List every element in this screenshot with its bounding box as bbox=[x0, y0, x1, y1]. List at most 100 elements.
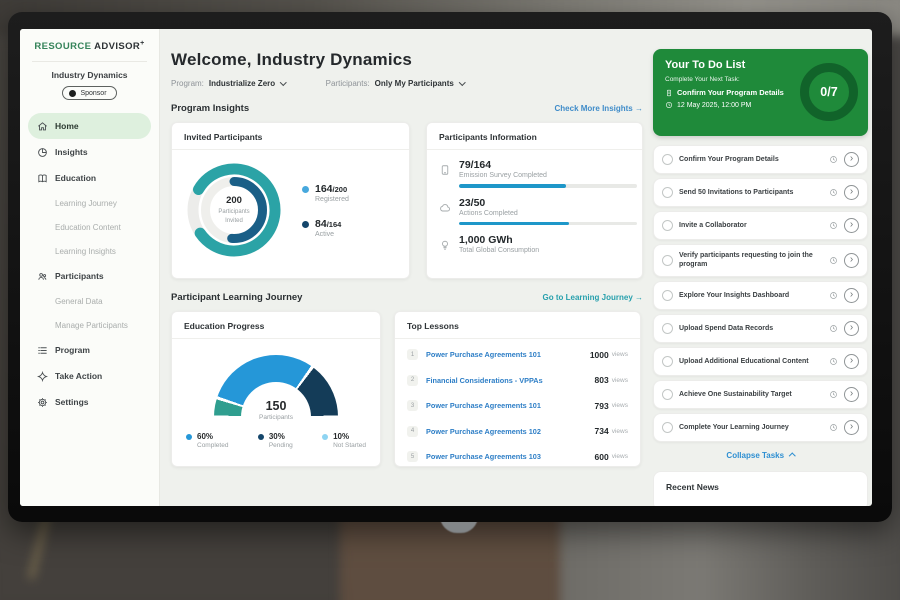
task-verify-participants[interactable]: Verify participants requesting to join t… bbox=[653, 244, 868, 277]
chevron-right-icon[interactable]: › bbox=[844, 185, 859, 200]
home-icon bbox=[37, 121, 48, 132]
education-gauge-chart: 150 Participants bbox=[214, 355, 338, 417]
chevron-right-icon[interactable]: › bbox=[844, 354, 859, 369]
sidebar-item-general-data[interactable]: General Data bbox=[28, 289, 151, 313]
collapse-tasks-link[interactable]: Collapse Tasks bbox=[653, 451, 868, 460]
lesson-row: 2 Financial Considerations - VPPAs 803vi… bbox=[407, 368, 628, 394]
chevron-right-icon[interactable]: › bbox=[844, 288, 859, 303]
check-more-insights-link[interactable]: Check More Insights → bbox=[555, 104, 643, 113]
participants-information-card: Participants Information 79/164 Emission… bbox=[426, 122, 643, 279]
lightbulb-icon bbox=[439, 239, 451, 251]
completed-dot bbox=[186, 434, 192, 440]
list-icon bbox=[37, 345, 48, 356]
chevron-down-icon bbox=[459, 79, 465, 85]
checkbox-icon[interactable] bbox=[662, 220, 673, 231]
book-icon bbox=[37, 173, 48, 184]
sidebar-item-manage-participants[interactable]: Manage Participants bbox=[28, 313, 151, 337]
sponsor-icon bbox=[69, 90, 76, 97]
education-progress-card: Education Progress 150 Participants 60% … bbox=[171, 311, 381, 467]
lesson-link[interactable]: Financial Considerations - VPPAs bbox=[426, 376, 595, 385]
checkbox-icon[interactable] bbox=[662, 389, 673, 400]
chevron-right-icon[interactable]: › bbox=[844, 218, 859, 233]
chevron-right-icon[interactable]: › bbox=[844, 387, 859, 402]
emission-progress-bar bbox=[459, 184, 637, 188]
top-lessons-card: Top Lessons 1 Power Purchase Agreements … bbox=[394, 311, 641, 467]
sidebar-item-settings[interactable]: Settings bbox=[28, 389, 151, 415]
clock-icon bbox=[829, 324, 838, 333]
rank-badge: 4 bbox=[407, 426, 418, 437]
task-list: Confirm Your Program Details › Send 50 I… bbox=[653, 145, 868, 442]
sidebar-item-program[interactable]: Program bbox=[28, 337, 151, 363]
sidebar-item-insights[interactable]: Insights bbox=[28, 139, 151, 165]
program-insights-title: Program Insights bbox=[171, 103, 249, 114]
lesson-link[interactable]: Power Purchase Agreements 101 bbox=[426, 350, 590, 359]
go-to-learning-journey-link[interactable]: Go to Learning Journey → bbox=[543, 293, 643, 302]
chevron-right-icon[interactable]: › bbox=[844, 321, 859, 336]
stat-consumption: 1,000 GWh Total Global Consumption bbox=[439, 234, 630, 254]
document-icon bbox=[665, 89, 673, 97]
sidebar-item-education[interactable]: Education bbox=[28, 165, 151, 191]
checkbox-icon[interactable] bbox=[662, 356, 673, 367]
task-explore-insights[interactable]: Explore Your Insights Dashboard › bbox=[653, 281, 868, 310]
checkbox-icon[interactable] bbox=[662, 255, 673, 266]
cloud-icon bbox=[439, 202, 451, 214]
task-confirm-program-details[interactable]: Confirm Your Program Details › bbox=[653, 145, 868, 174]
recent-news-card: Recent News bbox=[653, 471, 868, 506]
pending-dot bbox=[258, 434, 264, 440]
sidebar-item-education-content[interactable]: Education Content bbox=[28, 215, 151, 239]
clock-icon bbox=[665, 101, 673, 109]
learning-journey-title: Participant Learning Journey bbox=[171, 292, 302, 303]
lesson-row: 1 Power Purchase Agreements 101 1000view… bbox=[407, 342, 628, 368]
stat-actions: 23/50 Actions Completed bbox=[439, 197, 630, 226]
legend-registered: 164/200 Registered bbox=[302, 183, 349, 203]
spark-icon bbox=[37, 371, 48, 382]
sidebar-item-learning-insights[interactable]: Learning Insights bbox=[28, 239, 151, 263]
lesson-link[interactable]: Power Purchase Agreements 101 bbox=[426, 401, 595, 410]
chevron-right-icon[interactable]: › bbox=[844, 253, 859, 268]
lesson-row: 5 Power Purchase Agreements 103 600views bbox=[407, 444, 628, 470]
sidebar-item-home[interactable]: Home bbox=[28, 113, 151, 139]
checkbox-icon[interactable] bbox=[662, 323, 673, 334]
lesson-link[interactable]: Power Purchase Agreements 102 bbox=[426, 427, 595, 436]
legend-completed: 60% Completed bbox=[186, 432, 228, 449]
arrow-right-icon: → bbox=[635, 104, 643, 113]
checkbox-icon[interactable] bbox=[662, 290, 673, 301]
task-upload-spend-data[interactable]: Upload Spend Data Records › bbox=[653, 314, 868, 343]
sidebar-item-participants[interactable]: Participants bbox=[28, 263, 151, 289]
todo-progress-ring: 0/7 bbox=[800, 63, 858, 121]
stat-emission-survey: 79/164 Emission Survey Completed bbox=[439, 159, 630, 188]
rank-badge: 2 bbox=[407, 375, 418, 386]
task-send-invitations[interactable]: Send 50 Invitations to Participants › bbox=[653, 178, 868, 207]
filter-bar: Program:Industrialize Zero Participants:… bbox=[171, 79, 643, 88]
insights-icon bbox=[37, 147, 48, 158]
rank-badge: 1 bbox=[407, 349, 418, 360]
checkbox-icon[interactable] bbox=[662, 154, 673, 165]
todo-panel: Your To Do List Complete Your Next Task:… bbox=[653, 29, 868, 506]
checkbox-icon[interactable] bbox=[662, 187, 673, 198]
clock-icon bbox=[829, 188, 838, 197]
lesson-link[interactable]: Power Purchase Agreements 103 bbox=[426, 452, 595, 461]
checkbox-icon[interactable] bbox=[662, 422, 673, 433]
actions-progress-bar bbox=[459, 222, 637, 226]
chevron-up-icon bbox=[789, 453, 795, 459]
sidebar-item-learning-journey[interactable]: Learning Journey bbox=[28, 191, 151, 215]
legend-active: 84/164 Active bbox=[302, 218, 349, 238]
task-complete-learning-journey[interactable]: Complete Your Learning Journey › bbox=[653, 413, 868, 442]
chevron-right-icon[interactable]: › bbox=[844, 420, 859, 435]
clock-icon bbox=[829, 256, 838, 265]
task-achieve-sustainability-target[interactable]: Achieve One Sustainability Target › bbox=[653, 380, 868, 409]
invited-donut-chart: 200 Participants Invited bbox=[182, 158, 286, 262]
page-title: Welcome, Industry Dynamics bbox=[171, 50, 643, 70]
active-dot bbox=[302, 221, 309, 228]
lesson-row: 4 Power Purchase Agreements 102 734views bbox=[407, 419, 628, 445]
program-filter[interactable]: Program:Industrialize Zero bbox=[171, 79, 286, 88]
chevron-right-icon[interactable]: › bbox=[844, 152, 859, 167]
clock-icon bbox=[829, 423, 838, 432]
participants-filter[interactable]: Participants:Only My Participants bbox=[326, 79, 465, 88]
registered-dot bbox=[302, 186, 309, 193]
task-invite-collaborator[interactable]: Invite a Collaborator › bbox=[653, 211, 868, 240]
clock-icon bbox=[829, 357, 838, 366]
sidebar-item-take-action[interactable]: Take Action bbox=[28, 363, 151, 389]
todo-header-card: Your To Do List Complete Your Next Task:… bbox=[653, 49, 868, 136]
task-upload-educational-content[interactable]: Upload Additional Educational Content › bbox=[653, 347, 868, 376]
